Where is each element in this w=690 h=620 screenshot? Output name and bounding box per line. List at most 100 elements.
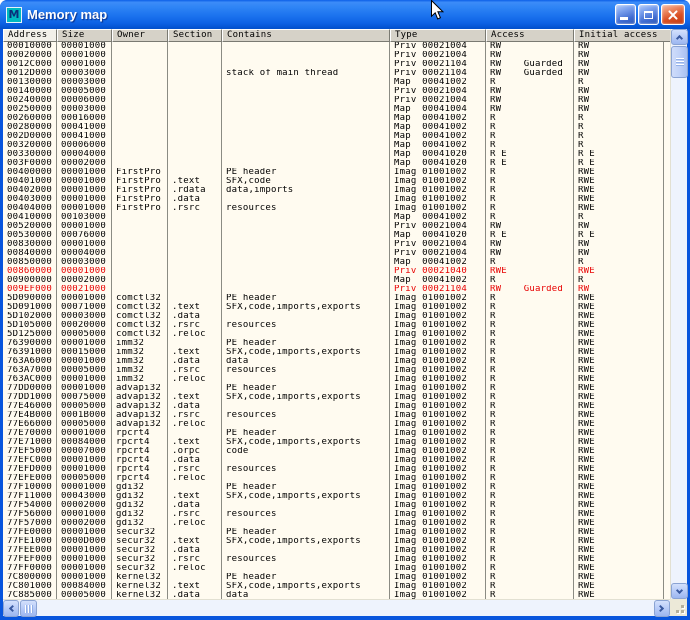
memory-row[interactable]: 0085000000003000Map 00041002RR	[3, 258, 670, 267]
memory-row[interactable]: 77EFE00000005000rpcrt4.relocImag 0100100…	[3, 474, 670, 483]
memory-row[interactable]: 0041000000103000Map 00041002RR	[3, 213, 670, 222]
memory-row[interactable]: 0002000000001000Priv 00021004RWRW	[3, 51, 670, 60]
memory-row[interactable]: 77FE10000000D000secur32.textSFX,code,imp…	[3, 537, 670, 546]
cell-address: 77EFE000	[3, 474, 57, 483]
memory-row[interactable]: 77E4B0000001B000advapi32.rsrcresourcesIm…	[3, 411, 670, 420]
column-header-size[interactable]: Size	[57, 29, 112, 42]
cell-access: R E	[486, 231, 574, 240]
memory-row[interactable]: 0032000000006000Map 00041002RR	[3, 141, 670, 150]
vertical-scroll-thumb[interactable]	[671, 46, 688, 78]
memory-row[interactable]: 77EFC00000001000rpcrt4.dataImag 01001002…	[3, 456, 670, 465]
memory-row[interactable]: 0013000000003000Map 00041002RR	[3, 78, 670, 87]
memory-row[interactable]: 003F000000002000Map 00041020R ER E	[3, 159, 670, 168]
memory-row[interactable]: 0026000000016000Map 00041002RR	[3, 114, 670, 123]
horizontal-scrollbar[interactable]	[3, 599, 670, 616]
cell-section	[168, 384, 222, 393]
cell-section	[168, 231, 222, 240]
memory-row[interactable]: 0024000000006000Priv 00021004RWRW	[3, 96, 670, 105]
memory-row[interactable]: 77F5700000002000gdi32.relocImag 01001002…	[3, 519, 670, 528]
memory-row[interactable]: 5D10200000003000comctl32.dataImag 010010…	[3, 312, 670, 321]
close-button[interactable]	[661, 4, 685, 25]
window-icon[interactable]: M	[6, 7, 22, 23]
memory-row[interactable]: 0040000000001000FirstProPE headerImag 01…	[3, 168, 670, 177]
memory-row[interactable]: 5D09100000071000comctl32.textSFX,code,im…	[3, 303, 670, 312]
column-header-section[interactable]: Section	[168, 29, 222, 42]
scroll-left-button[interactable]	[3, 600, 19, 617]
memory-row[interactable]: 0084000000004000Priv 00021004RWRW	[3, 249, 670, 258]
memory-row[interactable]: 5D10500000020000comctl32.rsrcresourcesIm…	[3, 321, 670, 330]
scroll-down-button[interactable]	[671, 583, 688, 599]
column-header-initial-access[interactable]: Initial access	[574, 29, 670, 42]
memory-row[interactable]: 0028000000041000Map 00041002RR	[3, 123, 670, 132]
memory-row[interactable]: 7639000000001000imm32PE headerImag 01001…	[3, 339, 670, 348]
memory-row[interactable]: 0014000000005000Priv 00021004RWRW	[3, 87, 670, 96]
cell-section: .rsrc	[168, 555, 222, 564]
memory-row[interactable]: 0052000000001000Priv 00021004RWRW	[3, 222, 670, 231]
cell-access: RW	[486, 240, 574, 249]
memory-row[interactable]: 77F1000000001000gdi32PE headerImag 01001…	[3, 483, 670, 492]
memory-row[interactable]: 77DD000000001000advapi32PE headerImag 01…	[3, 384, 670, 393]
column-header-owner[interactable]: Owner	[112, 29, 168, 42]
cell-type: Imag 01001002	[390, 195, 486, 204]
memory-row[interactable]: 0001000000001000Priv 00021004RWRW	[3, 42, 670, 51]
vertical-scroll-track[interactable]	[671, 45, 687, 583]
scroll-right-button[interactable]	[654, 600, 670, 617]
memory-row[interactable]: 0033000000004000Map 00041020R ER E	[3, 150, 670, 159]
memory-row[interactable]: 77E7000000001000rpcrt4PE headerImag 0100…	[3, 429, 670, 438]
cell-access: R	[486, 177, 574, 186]
memory-row[interactable]: 7C80000000001000kernel32PE headerImag 01…	[3, 573, 670, 582]
memory-row[interactable]: 0040400000001000FirstPro.rsrcresourcesIm…	[3, 204, 670, 213]
memory-row[interactable]: 7C80100000084000kernel32.textSFX,code,im…	[3, 582, 670, 591]
memory-row[interactable]: 0083000000001000Priv 00021004RWRW	[3, 240, 670, 249]
memory-row[interactable]: 0090000000002000Map 00041002RR	[3, 276, 670, 285]
memory-row[interactable]: 0086000000001000Priv 00021040RWERWE	[3, 267, 670, 276]
cell-contains	[222, 114, 390, 123]
vertical-scrollbar[interactable]	[670, 29, 687, 599]
title-bar[interactable]: M Memory map	[0, 0, 690, 29]
memory-row[interactable]: 009EF00000021000Priv 00021104RW GuardedR…	[3, 285, 670, 294]
memory-row[interactable]: 77FE000000001000secur32PE headerImag 010…	[3, 528, 670, 537]
memory-row[interactable]: 77E6600000005000advapi32.relocImag 01001…	[3, 420, 670, 429]
memory-row[interactable]: 77E7100000084000rpcrt4.textSFX,code,impo…	[3, 438, 670, 447]
scroll-up-button[interactable]	[671, 29, 688, 45]
memory-row[interactable]: 763A700000005000imm32.rsrcresourcesImag …	[3, 366, 670, 375]
memory-row[interactable]: 002D000000041000Map 00041002RR	[3, 132, 670, 141]
horizontal-scroll-track[interactable]	[19, 600, 654, 616]
memory-row[interactable]: 763A600000001000imm32.datadataImag 01001…	[3, 357, 670, 366]
column-header-access[interactable]: Access	[486, 29, 574, 42]
column-header-address[interactable]: Address	[3, 29, 57, 42]
cell-size: 00001000	[57, 240, 112, 249]
memory-row[interactable]: 7C88500000005000kernel32.datadataImag 01…	[3, 591, 670, 599]
cell-initial-access: RW	[574, 69, 664, 78]
memory-row[interactable]: 77DD100000075000advapi32.textSFX,code,im…	[3, 393, 670, 402]
memory-row[interactable]: 77F1100000043000gdi32.textSFX,code,impor…	[3, 492, 670, 501]
memory-row[interactable]: 5D12500000005000comctl32.relocImag 01001…	[3, 330, 670, 339]
maximize-button[interactable]	[638, 4, 659, 25]
column-header-type[interactable]: Type	[390, 29, 486, 42]
memory-row[interactable]: 77FF000000001000secur32.relocImag 010010…	[3, 564, 670, 573]
memory-row[interactable]: 0012D00000003000stack of main threadPriv…	[3, 69, 670, 78]
memory-row[interactable]: 77FEE00000001000secur32.dataImag 0100100…	[3, 546, 670, 555]
cell-contains: PE header	[222, 294, 390, 303]
memory-row[interactable]: 0040300000001000FirstPro.dataImag 010010…	[3, 195, 670, 204]
memory-row[interactable]: 77EFD00000001000rpcrt4.rsrcresourcesImag…	[3, 465, 670, 474]
horizontal-scroll-thumb[interactable]	[20, 600, 37, 617]
cell-section: .rsrc	[168, 510, 222, 519]
memory-row[interactable]: 0040100000001000FirstPro.textSFX,codeIma…	[3, 177, 670, 186]
memory-row[interactable]: 77EF500000007000rpcrt4.orpccodeImag 0100…	[3, 447, 670, 456]
memory-row[interactable]: 7639100000015000imm32.textSFX,code,impor…	[3, 348, 670, 357]
memory-row[interactable]: 0012C00000001000Priv 00021104RW GuardedR…	[3, 60, 670, 69]
memory-row[interactable]: 77F5600000001000gdi32.rsrcresourcesImag …	[3, 510, 670, 519]
memory-row[interactable]: 0025000000003000Map 00041004RWRW	[3, 105, 670, 114]
memory-row[interactable]: 77E4600000005000advapi32.dataImag 010010…	[3, 402, 670, 411]
memory-row[interactable]: 763AC00000001000imm32.relocImag 01001002…	[3, 375, 670, 384]
minimize-button[interactable]	[615, 4, 636, 25]
memory-row[interactable]: 0040200000001000FirstPro.rdatadata,impor…	[3, 186, 670, 195]
memory-row[interactable]: 77F5400000002000gdi32.dataImag 01001002R…	[3, 501, 670, 510]
memory-row[interactable]: 5D09000000001000comctl32PE headerImag 01…	[3, 294, 670, 303]
memory-row[interactable]: 77FEF00000001000secur32.rsrcresourcesIma…	[3, 555, 670, 564]
column-header-contains[interactable]: Contains	[222, 29, 390, 42]
memory-row[interactable]: 0053000000076000Map 00041020R ER E	[3, 231, 670, 240]
resize-grip[interactable]	[670, 599, 687, 616]
cell-initial-access: RW	[574, 240, 664, 249]
